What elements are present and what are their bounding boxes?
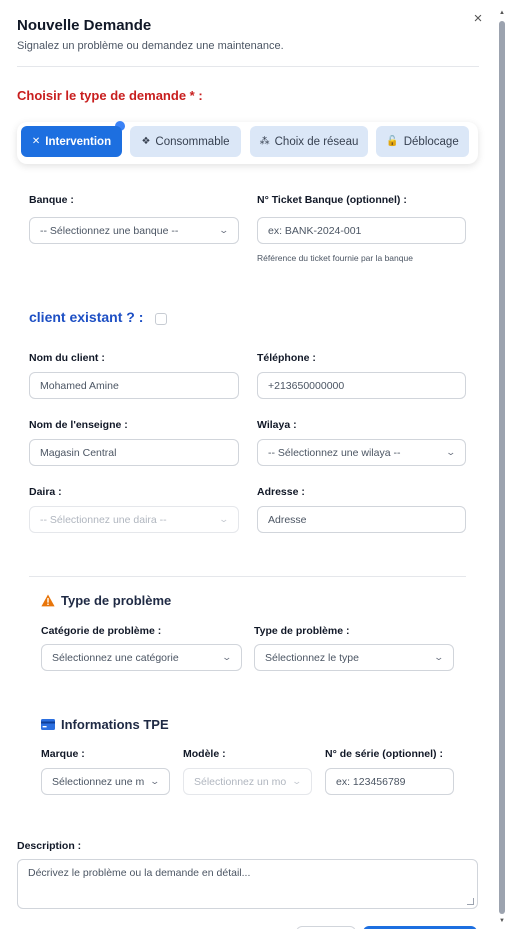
section-divider xyxy=(29,576,466,577)
wilaya-select-value: -- Sélectionnez une wilaya -- xyxy=(268,446,401,459)
boxes-icon: ❖ xyxy=(141,136,151,147)
type-intervention-button[interactable]: ✕ Intervention xyxy=(21,126,122,157)
type-consommable-button[interactable]: ❖ Consommable xyxy=(130,126,241,157)
problem-category-label: Catégorie de problème : xyxy=(41,625,162,637)
client-name-label: Nom du client : xyxy=(29,352,105,364)
tpe-brand-label: Marque : xyxy=(41,748,85,760)
brand-name-label: Nom de l'enseigne : xyxy=(29,419,128,431)
client-name-input[interactable]: Mohamed Amine xyxy=(29,372,239,399)
ticket-input-placeholder: ex: BANK-2024-001 xyxy=(268,224,362,237)
request-type-selector: ✕ Intervention ❖ Consommable ⁂ Choix de … xyxy=(17,121,478,164)
scrollbar-thumb[interactable] xyxy=(499,21,505,914)
type-option-label: Consommable xyxy=(155,135,230,148)
tpe-info-heading-text: Informations TPE xyxy=(61,717,169,732)
problem-category-value: Sélectionnez une catégorie xyxy=(52,651,179,664)
credit-card-icon xyxy=(41,719,55,730)
ticket-input[interactable]: ex: BANK-2024-001 xyxy=(257,217,466,244)
problem-category-select[interactable]: Sélectionnez une catégorie ⌄ xyxy=(41,644,242,671)
type-option-label: Intervention xyxy=(45,135,112,148)
brand-name-placeholder: Magasin Central xyxy=(40,446,117,459)
existing-client-label: client existant ? : xyxy=(29,309,144,325)
daira-select-value: -- Sélectionnez une daira -- xyxy=(40,513,167,526)
bank-label: Banque : xyxy=(29,194,74,206)
problem-type-heading-text: Type de problème xyxy=(61,593,172,608)
tpe-serial-input[interactable]: ex: 123456789 xyxy=(325,768,454,795)
ticket-hint: Référence du ticket fournie par la banqu… xyxy=(257,253,413,263)
problem-type-select[interactable]: Sélectionnez le type ⌄ xyxy=(254,644,454,671)
tpe-serial-label: N° de série (optionnel) : xyxy=(325,748,443,760)
tpe-info-heading: Informations TPE xyxy=(41,717,169,732)
ticket-label: N° Ticket Banque (optionnel) : xyxy=(257,194,407,206)
request-type-label: Choisir le type de demande * : xyxy=(17,88,203,103)
problem-type-label: Type de problème : xyxy=(254,625,350,637)
scroll-down-icon[interactable]: ▼ xyxy=(499,918,505,924)
tools-icon: ✕ xyxy=(31,136,41,147)
daira-label: Daira : xyxy=(29,486,62,498)
phone-input[interactable]: +213650000000 xyxy=(257,372,466,399)
new-request-dialog: × Nouvelle Demande Signalez un problème … xyxy=(0,0,507,929)
bank-select-value: -- Sélectionnez une banque -- xyxy=(40,224,179,237)
wilaya-select[interactable]: -- Sélectionnez une wilaya -- ⌄ xyxy=(257,439,466,466)
chevron-down-icon: ⌄ xyxy=(445,447,457,457)
chevron-down-icon: ⌄ xyxy=(221,652,233,662)
tpe-model-select[interactable]: Sélectionnez un mo ⌄ xyxy=(183,768,312,795)
existing-client-checkbox[interactable] xyxy=(155,313,167,325)
bank-select[interactable]: -- Sélectionnez une banque -- ⌄ xyxy=(29,217,239,244)
chevron-down-icon: ⌄ xyxy=(291,776,303,786)
brand-name-input[interactable]: Magasin Central xyxy=(29,439,239,466)
phone-label: Téléphone : xyxy=(257,352,316,364)
tpe-model-label: Modèle : xyxy=(183,748,226,760)
description-label: Description : xyxy=(17,840,82,852)
chevron-down-icon: ⌄ xyxy=(218,225,230,235)
vertical-scrollbar[interactable]: ▲ ▼ xyxy=(498,10,507,929)
type-network-button[interactable]: ⁂ Choix de réseau xyxy=(250,126,368,157)
type-option-label: Déblocage xyxy=(403,135,459,148)
type-option-label: Choix de réseau xyxy=(274,135,359,148)
tpe-serial-placeholder: ex: 123456789 xyxy=(336,775,406,788)
wilaya-label: Wilaya : xyxy=(257,419,297,431)
problem-type-heading: Type de problème xyxy=(41,593,171,608)
resize-handle-icon[interactable] xyxy=(467,898,474,905)
address-placeholder: Adresse xyxy=(268,513,307,526)
header-divider xyxy=(17,66,479,67)
tpe-brand-select[interactable]: Sélectionnez une m ⌄ xyxy=(41,768,170,795)
tpe-brand-value: Sélectionnez une m xyxy=(52,775,145,788)
scroll-up-icon[interactable]: ▲ xyxy=(499,10,505,16)
type-unlock-button[interactable]: 🔓 Déblocage xyxy=(376,126,469,157)
address-label: Adresse : xyxy=(257,486,305,498)
warning-icon xyxy=(41,594,55,607)
chevron-down-icon: ⌄ xyxy=(433,652,445,662)
description-textarea[interactable]: Décrivez le problème ou la demande en dé… xyxy=(17,859,478,909)
chevron-down-icon: ⌄ xyxy=(218,514,230,524)
dialog-subtitle: Signalez un problème ou demandez une mai… xyxy=(17,40,284,52)
daira-select[interactable]: -- Sélectionnez une daira -- ⌄ xyxy=(29,506,239,533)
phone-placeholder: +213650000000 xyxy=(268,379,345,392)
description-placeholder: Décrivez le problème ou la demande en dé… xyxy=(28,867,251,879)
client-name-placeholder: Mohamed Amine xyxy=(40,379,119,392)
tpe-model-value: Sélectionnez un mo xyxy=(194,775,287,788)
unlock-icon: 🔓 xyxy=(386,136,399,147)
close-button[interactable]: × xyxy=(470,10,486,28)
dialog-title: Nouvelle Demande xyxy=(17,17,152,34)
problem-type-value: Sélectionnez le type xyxy=(265,651,359,664)
chevron-down-icon: ⌄ xyxy=(149,776,161,786)
network-icon: ⁂ xyxy=(259,136,270,147)
address-input[interactable]: Adresse xyxy=(257,506,466,533)
